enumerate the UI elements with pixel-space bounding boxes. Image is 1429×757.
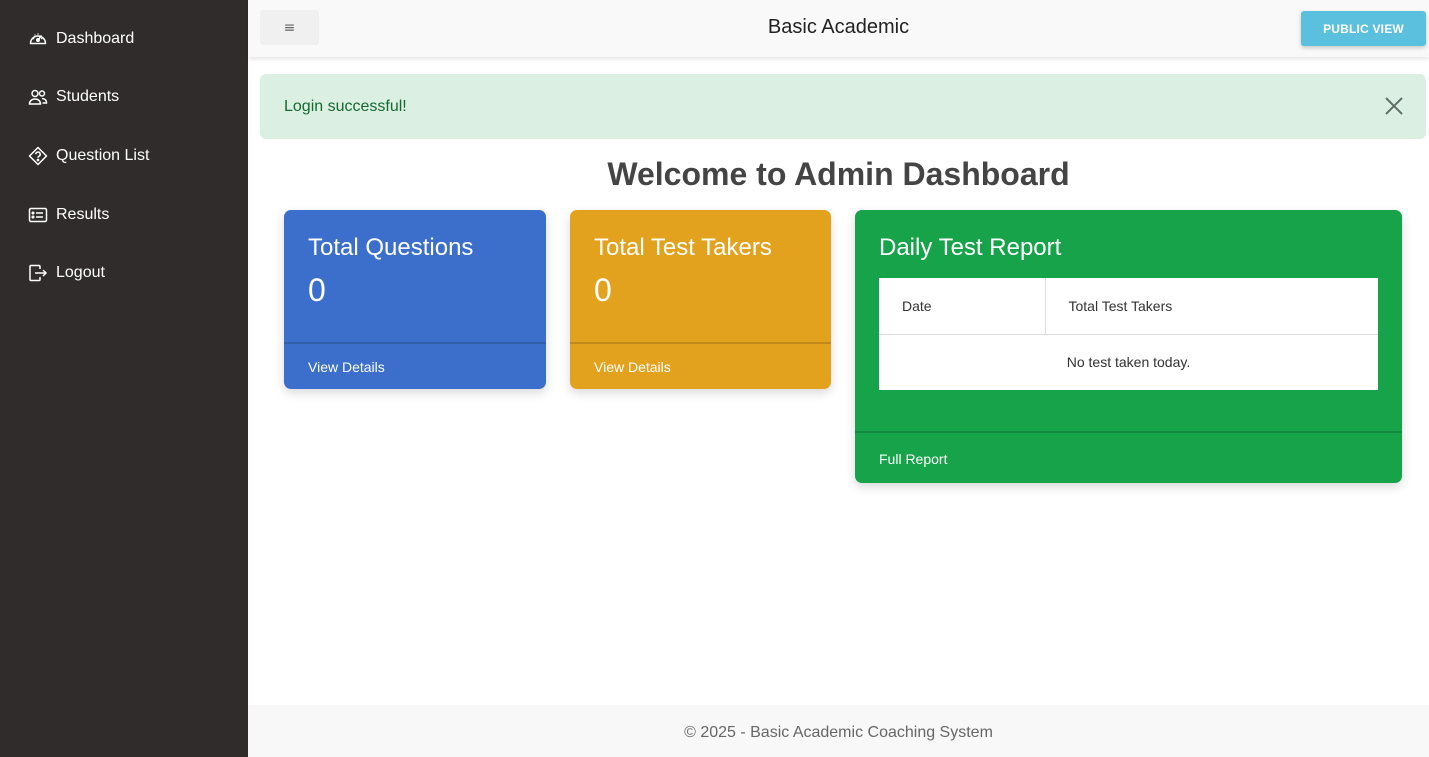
public-view-button[interactable]: PUBLIC VIEW: [1301, 11, 1426, 46]
total-test-takers-card: Total Test Takers 0 View Details: [570, 210, 831, 389]
top-navbar: ≡ Basic Academic PUBLIC VIEW: [248, 0, 1429, 57]
card-footer: Full Report: [855, 431, 1402, 483]
sidebar-item-label: Students: [56, 88, 120, 105]
full-report-link[interactable]: Full Report: [879, 451, 947, 467]
card-footer: View Details: [284, 342, 546, 389]
sidebar-item-dashboard[interactable]: Dashboard: [28, 29, 134, 49]
sidebar-item-label: Logout: [56, 264, 105, 281]
report-table: Date Total Test Takers No test taken tod…: [879, 278, 1378, 390]
empty-message: No test taken today.: [1066, 354, 1191, 371]
sidebar-item-label: Dashboard: [56, 30, 135, 47]
card-title: Daily Test Report: [879, 234, 1062, 261]
page-title: Welcome to Admin Dashboard: [607, 156, 1070, 192]
users-icon: [28, 87, 48, 107]
card-value: 0: [308, 272, 326, 308]
column-header-date: Date: [879, 278, 1046, 335]
card-list-icon: [28, 205, 48, 225]
card-value: 0: [594, 272, 612, 308]
success-alert: Login successful!: [260, 74, 1426, 139]
card-title: Total Questions: [308, 234, 474, 261]
view-details-link[interactable]: View Details: [308, 359, 385, 375]
sidebar-item-logout[interactable]: Logout: [28, 263, 105, 283]
table-row: No test taken today.: [879, 334, 1378, 390]
sidebar-item-label: Question List: [56, 147, 150, 164]
table-header-row: Date Total Test Takers: [879, 278, 1378, 335]
question-diamond-icon: [28, 146, 48, 166]
gauge-icon: [28, 29, 48, 49]
box-arrow-right-icon: [28, 263, 48, 283]
column-header-total-test-takers: Total Test Takers: [1045, 278, 1378, 335]
card-footer: View Details: [570, 342, 831, 389]
daily-test-report-card: Daily Test Report Date Total Test Takers…: [855, 210, 1402, 483]
view-details-link[interactable]: View Details: [594, 359, 671, 375]
alert-message: Login successful!: [284, 98, 407, 115]
sidebar: Dashboard Students Question List Results…: [0, 0, 248, 757]
card-title: Total Test Takers: [594, 234, 772, 261]
close-icon[interactable]: [1384, 96, 1404, 116]
brand-title: Basic Academic: [767, 16, 910, 38]
sidebar-item-students[interactable]: Students: [28, 87, 119, 107]
total-questions-card: Total Questions 0 View Details: [284, 210, 546, 389]
page-footer: © 2025 - Basic Academic Coaching System: [248, 705, 1429, 757]
sidebar-item-results[interactable]: Results: [28, 205, 109, 225]
sidebar-item-question-list[interactable]: Question List: [28, 146, 149, 166]
sidebar-item-label: Results: [56, 206, 110, 223]
